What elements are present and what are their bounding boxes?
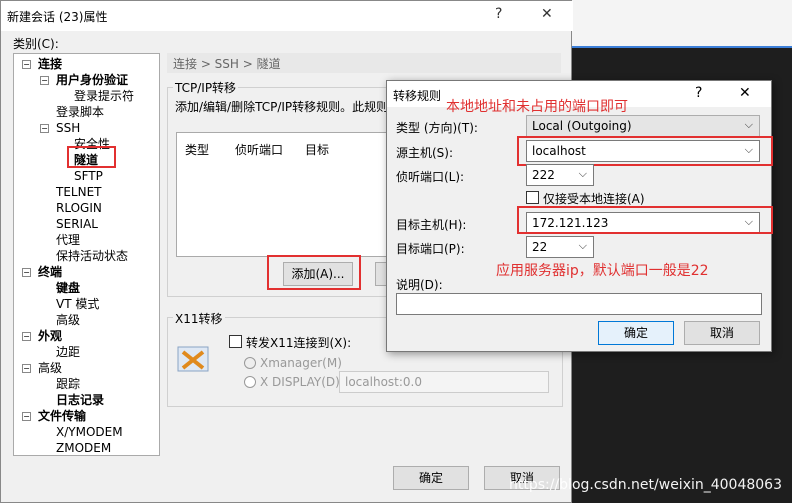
background-window-accent	[572, 46, 792, 48]
dest-host-label: 目标主机(H):	[396, 218, 467, 232]
tunnel-highlight-box	[67, 146, 116, 168]
tree-item[interactable]: 边距	[56, 345, 80, 360]
listen-port-input[interactable]: 222 ⌵	[526, 164, 594, 186]
tree-item[interactable]: RLOGIN	[56, 201, 102, 216]
dialog-title: 转移规则	[393, 89, 442, 103]
tree-item[interactable]: SFTP	[74, 169, 103, 184]
tree-item[interactable]: 外观	[38, 329, 62, 344]
tree-expander-icon[interactable]: −	[22, 412, 31, 421]
tree-item[interactable]: 代理	[56, 233, 80, 248]
dest-port-input[interactable]: 22 ⌵	[526, 236, 594, 258]
dest-port-value: 22	[532, 240, 548, 254]
tree-item[interactable]: 高级	[38, 361, 62, 376]
tree-item[interactable]: SERIAL	[56, 217, 98, 232]
description-label: 说明(D):	[396, 278, 443, 292]
annotation-local-address: 本地地址和未占用的端口即可	[446, 99, 628, 115]
local-only-checkbox[interactable]	[526, 191, 539, 204]
dialog-close-button[interactable]: ✕	[739, 85, 751, 101]
tree-item[interactable]: TELNET	[56, 185, 102, 200]
tree-expander-icon[interactable]: −	[40, 76, 49, 85]
tree-expander-icon[interactable]: −	[22, 60, 31, 69]
tree-expander-icon[interactable]: −	[22, 268, 31, 277]
type-select[interactable]: Local (Outgoing) ⌵	[526, 115, 760, 137]
tree-item[interactable]: 保持活动状态	[56, 249, 128, 264]
tree-item[interactable]: VT 模式	[56, 297, 99, 312]
tree-item[interactable]: 跟踪	[56, 377, 80, 392]
forwarding-rule-dialog: 转移规则 ? ✕ 类型 (方向)(T): Local (Outgoing) ⌵ …	[386, 80, 773, 352]
dialog-ok-button[interactable]: 确定	[598, 321, 674, 345]
chevron-down-icon: ⌵	[578, 239, 587, 252]
x11-forward-checkbox[interactable]	[229, 335, 242, 348]
xmanager-radio[interactable]	[244, 357, 256, 369]
tree-item[interactable]: 键盘	[56, 281, 80, 296]
type-label: 类型 (方向)(T):	[396, 121, 478, 135]
tree-item[interactable]: 登录脚本	[56, 105, 104, 120]
tree-item[interactable]: 登录提示符	[74, 89, 134, 104]
breadcrumb: 连接 > SSH > 隧道	[167, 53, 561, 73]
column-type[interactable]: 类型	[185, 141, 209, 158]
tree-item[interactable]: 连接	[38, 57, 62, 72]
tree-item[interactable]: 高级	[56, 313, 80, 328]
window-title: 新建会话 (23)属性	[7, 10, 108, 24]
category-label: 类别(C):	[13, 37, 59, 51]
description-input[interactable]	[396, 293, 762, 315]
column-destination[interactable]: 目标	[305, 141, 329, 158]
tree-item[interactable]: 用户身份验证	[56, 73, 128, 88]
dialog-help-button[interactable]: ?	[695, 85, 702, 101]
dialog-cancel-button[interactable]: 取消	[684, 321, 760, 345]
local-only-label: 仅接受本地连接(A)	[543, 192, 645, 206]
x11-forward-label: 转发X11连接到(X):	[246, 336, 352, 350]
tcp-group-title: TCP/IP转移	[173, 79, 239, 96]
tree-item[interactable]: 文件传输	[38, 409, 86, 424]
title-bar: 新建会话 (23)属性 ? ✕	[1, 1, 573, 31]
source-highlight-box	[517, 136, 773, 166]
tcp-description: 添加/编辑/删除TCP/IP转移规则。此规则	[175, 100, 389, 114]
watermark: https://blog.csdn.net/weixin_40048063	[508, 477, 782, 493]
tree-item[interactable]: SSH	[56, 121, 80, 136]
column-listen-port[interactable]: 侦听端口	[235, 141, 283, 158]
dest-port-label: 目标端口(P):	[396, 242, 465, 256]
close-button[interactable]: ✕	[541, 6, 553, 22]
ok-button[interactable]: 确定	[393, 466, 469, 490]
chevron-down-icon: ⌵	[578, 167, 587, 180]
background-window-strip	[572, 0, 792, 46]
xmanager-label: Xmanager(M)	[260, 356, 342, 370]
xdisplay-radio[interactable]	[244, 376, 256, 388]
tree-expander-icon[interactable]: −	[40, 124, 49, 133]
x11-group-title: X11转移	[173, 310, 225, 327]
tree-item[interactable]: X/YMODEM	[56, 425, 123, 440]
tree-item[interactable]: 终端	[38, 265, 62, 280]
dest-highlight-box	[517, 206, 773, 234]
add-highlight-box	[267, 255, 361, 290]
chevron-down-icon: ⌵	[744, 118, 753, 131]
category-tree[interactable]: − 连接 − 用户身份验证 登录提示符 登录脚本 − SSH 安全性 隧道 SFTP TELNET RL…	[13, 53, 160, 456]
xdisplay-input[interactable]: localhost:0.0	[339, 371, 549, 393]
tree-item[interactable]: ZMODEM	[56, 441, 111, 456]
help-button[interactable]: ?	[495, 6, 502, 22]
tree-expander-icon[interactable]: −	[22, 332, 31, 341]
source-host-label: 源主机(S):	[396, 146, 454, 160]
listen-port-value: 222	[532, 168, 555, 182]
annotation-server-ip: 应用服务器ip，默认端口一般是22	[496, 263, 709, 279]
xmanager-icon	[177, 344, 211, 374]
tree-item[interactable]: 日志记录	[56, 393, 104, 408]
listen-port-label: 侦听端口(L):	[396, 170, 465, 184]
tree-expander-icon[interactable]: −	[22, 364, 31, 373]
type-select-value: Local (Outgoing)	[532, 119, 632, 133]
xdisplay-label: X DISPLAY(D):	[260, 375, 344, 389]
